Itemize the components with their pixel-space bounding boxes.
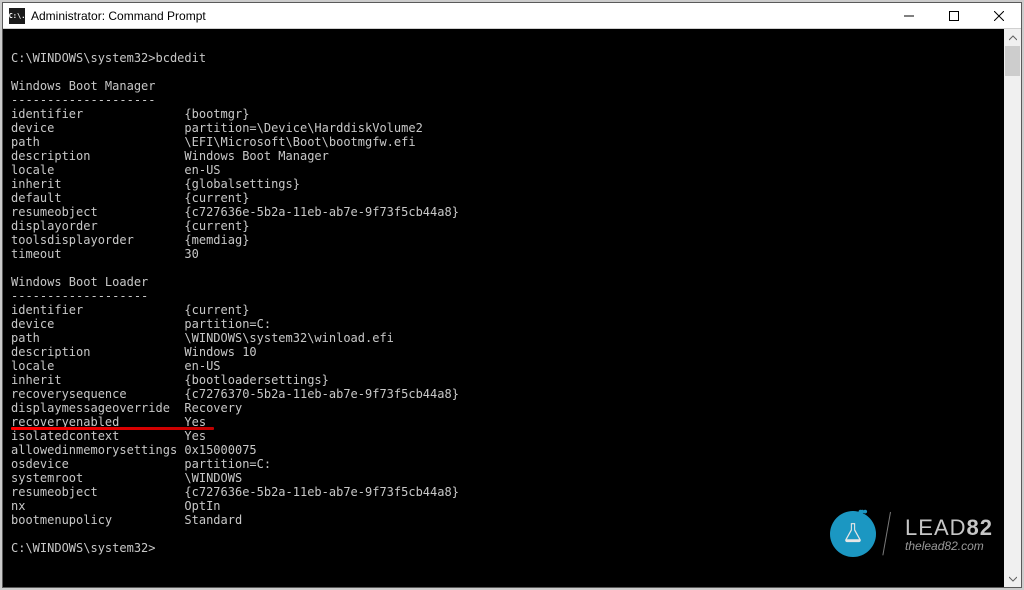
chevron-up-icon — [1009, 34, 1017, 42]
maximize-icon — [949, 11, 959, 21]
maximize-button[interactable] — [931, 3, 976, 28]
scrollbar-track[interactable] — [1004, 46, 1021, 570]
terminal-output[interactable]: C:\WINDOWS\system32>bcdedit Windows Boot… — [3, 29, 1004, 587]
scrollbar-thumb[interactable] — [1005, 46, 1020, 76]
close-icon — [994, 11, 1004, 21]
vertical-scrollbar[interactable] — [1004, 29, 1021, 587]
titlebar[interactable]: C:\. Administrator: Command Prompt — [3, 3, 1021, 29]
cmd-window: C:\. Administrator: Command Prompt C:\WI… — [2, 2, 1022, 588]
scroll-up-button[interactable] — [1004, 29, 1021, 46]
recoveryenabled-highlight — [11, 427, 214, 430]
scroll-down-button[interactable] — [1004, 570, 1021, 587]
window-controls — [886, 3, 1021, 28]
minimize-button[interactable] — [886, 3, 931, 28]
window-title: Administrator: Command Prompt — [31, 9, 886, 23]
chevron-down-icon — [1009, 575, 1017, 583]
minimize-icon — [904, 11, 914, 21]
cmd-icon: C:\. — [9, 8, 25, 24]
terminal-area: C:\WINDOWS\system32>bcdedit Windows Boot… — [3, 29, 1021, 587]
close-button[interactable] — [976, 3, 1021, 28]
